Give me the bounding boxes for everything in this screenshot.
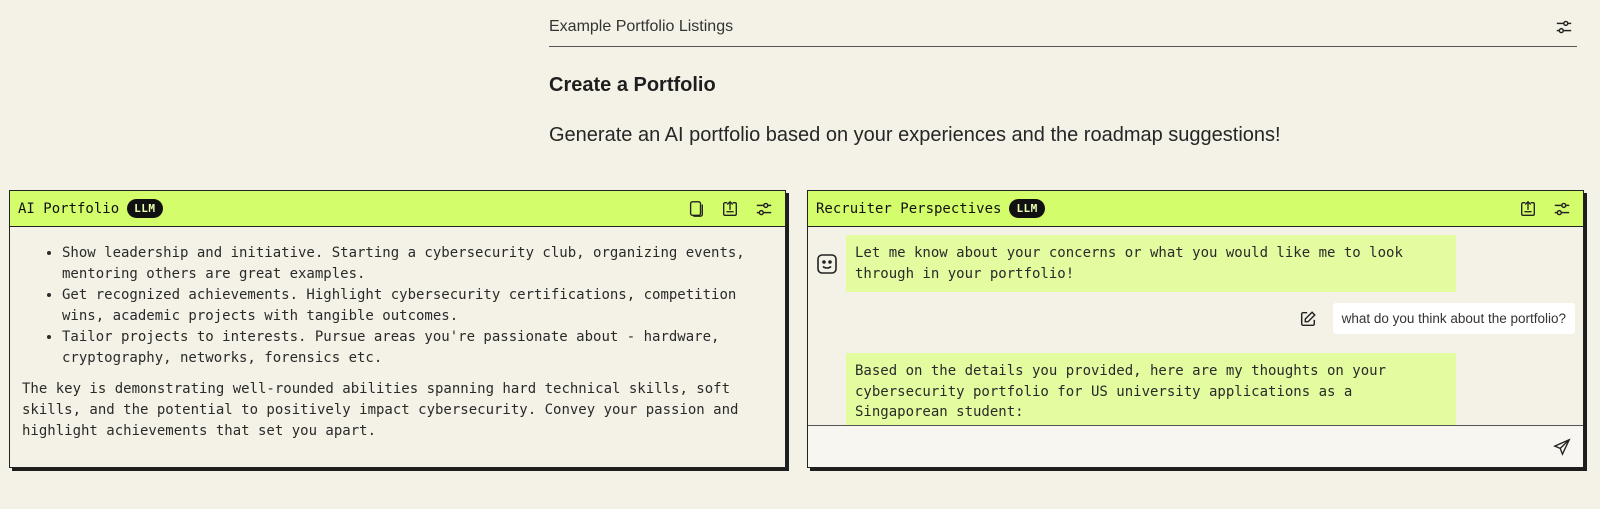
recruiter-title: Recruiter Perspectives [816, 200, 1002, 217]
smiley-bot-icon [816, 253, 838, 275]
send-icon[interactable] [1551, 436, 1573, 458]
page-subtitle: Generate an AI portfolio based on your e… [549, 124, 1281, 146]
export-icon[interactable] [719, 198, 741, 220]
list-item: Tailor projects to interests. Pursue are… [62, 327, 771, 369]
chat-messages[interactable]: Let me know about your concerns or what … [808, 227, 1583, 425]
sliders-icon[interactable] [753, 198, 775, 220]
page-title: Create a Portfolio [549, 74, 716, 96]
llm-badge: LLM [127, 199, 163, 218]
chat-input-bar [808, 425, 1583, 467]
list-item: Based on the details you provided, here … [846, 353, 1456, 425]
ai-portfolio-title: AI Portfolio [18, 200, 120, 217]
edit-icon[interactable] [1297, 308, 1319, 330]
ai-portfolio-panel: AI Portfolio LLM • Show leadership and i… [9, 190, 786, 468]
listings-bar[interactable]: Example Portfolio Listings [549, 14, 1577, 47]
portfolio-summary: The key is demonstrating well-rounded ab… [22, 381, 739, 439]
user-message: what do you think about the portfolio? [1332, 303, 1575, 334]
listings-label: Example Portfolio Listings [549, 18, 734, 35]
recruiter-panel: Recruiter Perspectives LLM Let me know a… [807, 190, 1584, 468]
portfolio-bullet-list: Show leadership and initiative. Starting… [22, 243, 771, 369]
recruiter-header: Recruiter Perspectives LLM [808, 191, 1583, 227]
list-item: Show leadership and initiative. Starting… [62, 243, 771, 285]
bot-message: Let me know about your concerns or what … [846, 235, 1456, 292]
chat-input[interactable] [808, 426, 1551, 467]
export-icon[interactable] [1517, 198, 1539, 220]
list-item: Let me know about your concerns or what … [846, 235, 1456, 292]
copy-icon[interactable] [685, 198, 707, 220]
ai-portfolio-header: AI Portfolio LLM [10, 191, 785, 227]
llm-badge: LLM [1009, 199, 1045, 218]
list-item: Get recognized achievements. Highlight c… [62, 285, 771, 327]
sliders-icon[interactable] [1551, 198, 1573, 220]
sliders-icon[interactable] [1553, 16, 1575, 38]
ai-portfolio-content: Show leadership and initiative. Starting… [10, 227, 785, 467]
bot-message: Based on the details you provided, here … [846, 353, 1456, 425]
list-item: what do you think about the portfolio? [1297, 303, 1575, 334]
